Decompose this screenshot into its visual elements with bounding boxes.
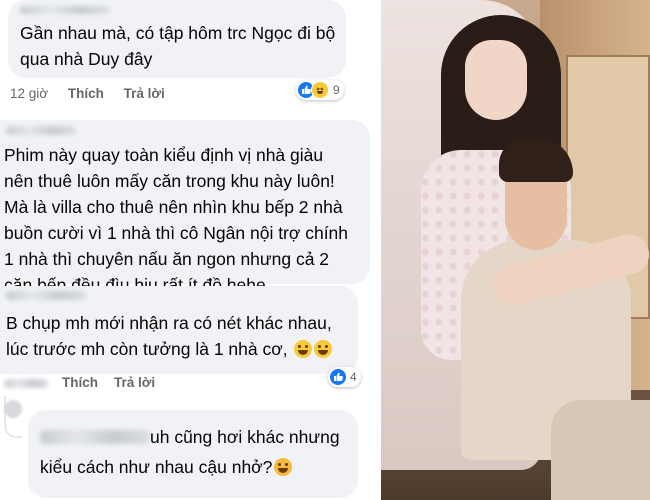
smiling-hearts-emoji (274, 458, 293, 476)
like-button[interactable]: Thích (62, 375, 98, 390)
blurred-commenter-name (6, 291, 86, 300)
haha-icon (311, 81, 329, 99)
comment-actions: Thích Trả lời (4, 375, 171, 390)
like-icon (330, 369, 346, 385)
reply-text-body: kiểu cách như nhau cậu nhở? (40, 457, 273, 477)
laughing-emoji (294, 340, 313, 358)
blurred-time (4, 378, 48, 388)
reply-text-line1: uh cũng hơi khác nhưng (150, 427, 340, 447)
like-button[interactable]: Thích (68, 86, 104, 101)
blurred-commenter-name (40, 430, 150, 444)
comment-bubble: Gần nhau mà, có tập hôm trc Ngọc đi bộ q… (8, 0, 346, 78)
comment-thread: Gần nhau mà, có tập hôm trc Ngọc đi bộ q… (0, 0, 380, 500)
reply-text-line2: kiểu cách như nhau cậu nhở? (40, 454, 293, 480)
photo-woman-face (465, 40, 527, 120)
avatar (4, 400, 22, 418)
blurred-commenter-name (6, 126, 76, 135)
laughing-emoji (314, 340, 333, 358)
reaction-summary[interactable]: 9 (296, 80, 344, 100)
blurred-commenter-name (20, 6, 110, 14)
comment-text: Gần nhau mà, có tập hôm trc Ngọc đi bộ q… (20, 23, 336, 69)
comment-bubble: Phim này quay toàn kiểu định vị nhà giàu… (0, 120, 370, 295)
comment-time[interactable]: 12 giờ (10, 86, 48, 101)
comment-text: Phim này quay toàn kiểu định vị nhà giàu… (4, 145, 349, 295)
photo-man-pants (551, 400, 650, 500)
comment-actions: 12 giờ Thích Trả lời (10, 86, 181, 101)
reply-button[interactable]: Trả lời (124, 86, 165, 101)
reply-button[interactable]: Trả lời (114, 375, 155, 390)
photo (381, 0, 650, 500)
reaction-count: 9 (333, 83, 340, 97)
reply-bubble: uh cũng hơi khác nhưng kiểu cách như nha… (28, 410, 358, 498)
comment-bubble: B chụp mh mới nhận ra có nét khác nhau, … (0, 286, 358, 374)
reaction-count: 4 (350, 370, 357, 384)
comment-text: B chụp mh mới nhận ra có nét khác nhau, … (6, 310, 356, 362)
reaction-summary[interactable]: 4 (328, 367, 361, 387)
comment-text-body: B chụp mh mới nhận ra có nét khác nhau, … (6, 313, 332, 359)
